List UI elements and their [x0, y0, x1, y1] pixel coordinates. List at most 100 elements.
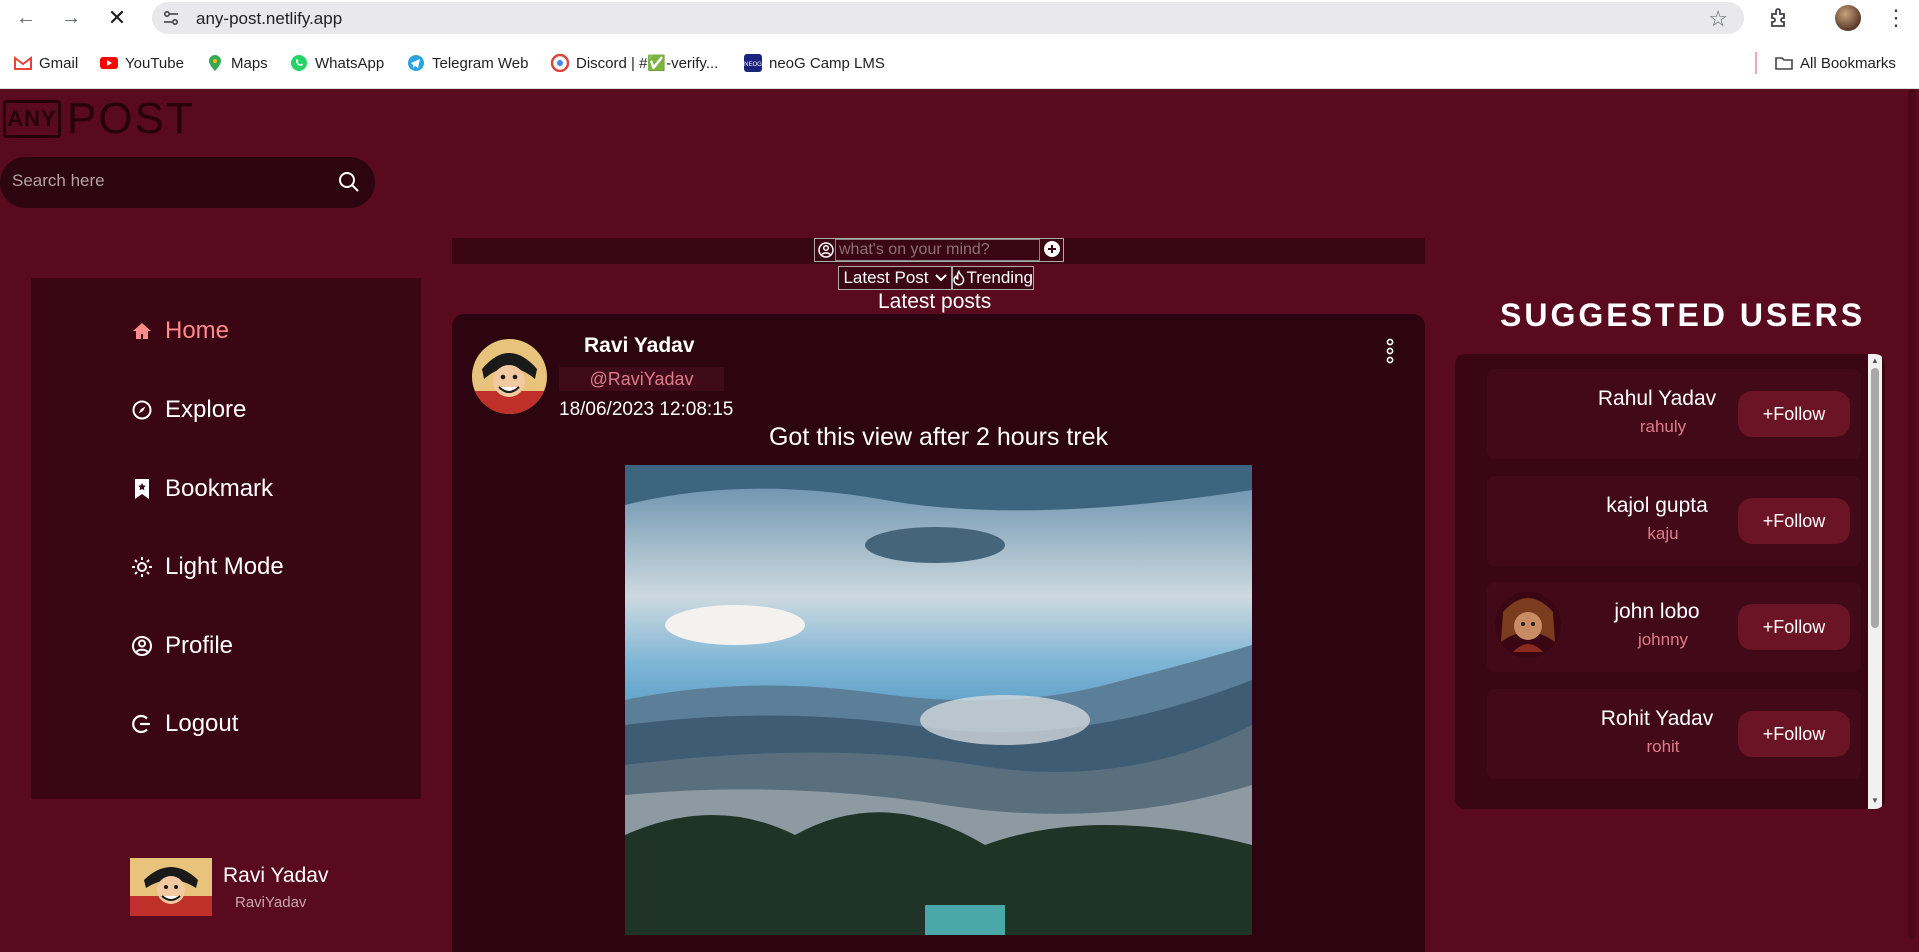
sun-icon	[132, 557, 152, 577]
trending-button[interactable]: Trending	[952, 266, 1034, 290]
trending-label: Trending	[966, 268, 1033, 287]
list-item[interactable]: Rahul Yadav rahuly +Follow	[1487, 369, 1861, 459]
current-user-card[interactable]: Ravi Yadav RaviYadav	[130, 858, 390, 918]
avatar[interactable]	[472, 339, 547, 414]
logo-box-text: ANY	[3, 100, 61, 138]
bookmark-label: WhatsApp	[315, 54, 385, 72]
url-text[interactable]: any-post.netlify.app	[196, 9, 342, 29]
add-post-icon[interactable]	[1043, 240, 1061, 258]
sidebar-item-label: Profile	[165, 632, 234, 659]
bookmark-youtube[interactable]: YouTube	[100, 52, 184, 74]
bookmark-label: YouTube	[125, 54, 184, 72]
user-icon	[818, 242, 834, 258]
extensions-icon[interactable]	[1768, 6, 1792, 30]
sidebar-item-home[interactable]: Home	[131, 311, 229, 351]
feed-title: Latest posts	[878, 290, 992, 313]
all-bookmarks-button[interactable]: All Bookmarks	[1775, 52, 1896, 74]
sidebar-item-label: Explore	[165, 396, 247, 423]
bookmarks-bar: Gmail YouTube Maps WhatsApp Telegram Web…	[0, 36, 1919, 89]
sort-select-value: Latest Post	[843, 268, 929, 287]
site-info-icon[interactable]	[162, 9, 180, 27]
current-user-name: Ravi Yadav	[223, 864, 329, 887]
whatsapp-icon	[291, 55, 307, 71]
bookmark-telegram[interactable]: Telegram Web	[407, 52, 528, 74]
forward-icon[interactable]: →	[57, 4, 85, 32]
maps-icon	[209, 55, 221, 71]
list-item[interactable]: john lobo johnny +Follow	[1487, 582, 1861, 672]
logo-text: POST	[67, 94, 195, 143]
svg-text:NEOG: NEOG	[744, 62, 762, 68]
compass-icon	[132, 400, 152, 420]
bookmark-label: Telegram Web	[432, 54, 529, 72]
page-scrollbar[interactable]	[1905, 89, 1919, 952]
logout-icon	[132, 714, 150, 734]
current-user-handle: RaviYadav	[235, 894, 307, 911]
more-options-icon[interactable]	[1380, 336, 1400, 366]
post-author-handle[interactable]: @RaviYadav	[559, 367, 724, 391]
bookmark-label: Maps	[231, 54, 268, 72]
post-text: Got this view after 2 hours trek	[768, 423, 1109, 451]
app-logo[interactable]: ANY POST	[3, 94, 195, 143]
suggested-scrollbar-thumb[interactable]	[1871, 368, 1879, 628]
suggested-scrollbar[interactable]: ▲ ▼	[1868, 354, 1882, 809]
list-item[interactable]: Rohit Yadav rohit +Follow	[1487, 689, 1861, 779]
follow-button[interactable]: +Follow	[1738, 498, 1850, 544]
suggested-users-panel: Rahul Yadav rahuly +Follow kajol gupta k…	[1455, 354, 1885, 809]
scroll-down-icon[interactable]: ▼	[1870, 796, 1880, 806]
app-root: ANY POST Home Explore Bookmark Light Mod…	[0, 89, 1919, 952]
composer	[814, 238, 1064, 262]
bookmark-label: Discord | #✅-verify...	[576, 55, 719, 72]
sidebar-item-label: Light Mode	[165, 553, 284, 580]
sidebar-item-logout[interactable]: Logout	[131, 704, 238, 744]
avatar	[130, 858, 212, 916]
sidebar-item-profile[interactable]: Profile	[131, 626, 233, 666]
bookmark-whatsapp[interactable]: WhatsApp	[290, 52, 384, 74]
follow-button[interactable]: +Follow	[1738, 604, 1850, 650]
list-item[interactable]: kajol gupta kaju +Follow	[1487, 476, 1861, 566]
avatar	[1495, 592, 1561, 658]
sidebar-item-bookmark[interactable]: Bookmark	[131, 469, 273, 509]
browser-menu-icon[interactable]: ⋮	[1885, 4, 1907, 32]
bookmark-discord[interactable]: Discord | #✅-verify...	[551, 52, 718, 74]
folder-icon	[1775, 57, 1793, 70]
gmail-icon	[14, 56, 32, 70]
post-author-name[interactable]: Ravi Yadav	[584, 334, 695, 358]
all-bookmarks-label: All Bookmarks	[1800, 54, 1896, 72]
bookmark-gmail[interactable]: Gmail	[14, 52, 78, 74]
back-icon[interactable]: ←	[12, 4, 40, 32]
search-input[interactable]	[12, 171, 312, 191]
sidebar-item-light-mode[interactable]: Light Mode	[131, 547, 284, 587]
page-scrollbar-thumb[interactable]	[1908, 89, 1916, 939]
scroll-up-icon[interactable]: ▲	[1870, 356, 1880, 366]
user-icon	[132, 636, 152, 656]
discord-icon	[551, 54, 569, 72]
address-bar[interactable]: any-post.netlify.app ☆	[152, 2, 1744, 34]
stop-loading-icon[interactable]: ✕	[103, 4, 131, 32]
follow-button[interactable]: +Follow	[1738, 711, 1850, 757]
sidebar-item-label: Logout	[165, 710, 239, 737]
bookmarks-separator	[1755, 52, 1757, 74]
post-input[interactable]	[835, 239, 1040, 261]
post-image[interactable]	[625, 465, 1252, 935]
bookmark-maps[interactable]: Maps	[206, 52, 268, 74]
post-card: Ravi Yadav @RaviYadav 18/06/2023 12:08:1…	[452, 314, 1425, 952]
follow-button[interactable]: +Follow	[1738, 391, 1850, 437]
suggested-user-name: kajol gupta	[1606, 494, 1708, 517]
bookmark-neog[interactable]: NEOG neoG Camp LMS	[744, 52, 885, 74]
search-icon[interactable]	[337, 170, 361, 194]
suggested-user-name: Rohit Yadav	[1600, 707, 1714, 730]
bookmark-label: Gmail	[39, 54, 79, 72]
feed-filters: Latest Post Trending	[838, 266, 1034, 290]
bookmark-icon	[135, 479, 149, 499]
bookmark-star-icon[interactable]: ☆	[1708, 6, 1728, 32]
neog-icon: NEOG	[744, 54, 762, 72]
browser-toolbar: ← → ✕ any-post.netlify.app ☆ ⋮	[0, 0, 1919, 36]
youtube-icon	[100, 57, 118, 69]
suggested-users-title: SUGGESTED USERS	[1500, 297, 1866, 333]
browser-profile-avatar[interactable]	[1835, 5, 1861, 31]
sort-select[interactable]: Latest Post	[838, 266, 952, 290]
home-icon	[133, 323, 151, 339]
sidebar-item-explore[interactable]: Explore	[131, 390, 246, 430]
search-bar	[0, 157, 375, 208]
bookmark-label: neoG Camp LMS	[769, 54, 885, 72]
